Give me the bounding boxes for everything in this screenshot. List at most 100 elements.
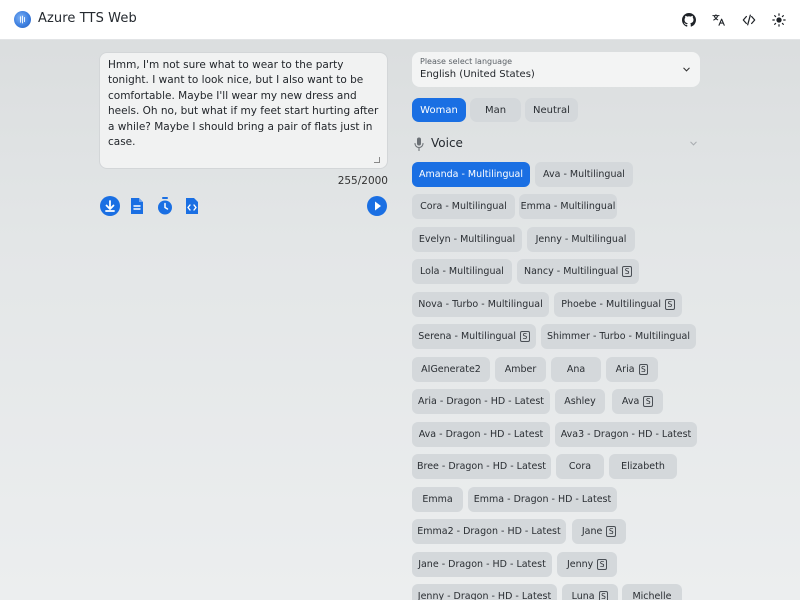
- gender-man-button[interactable]: Man: [470, 98, 521, 122]
- voice-chip-label: Cora - Multilingual: [420, 201, 507, 212]
- voice-chip-label: Ava - Dragon - HD - Latest: [418, 429, 544, 440]
- play-button[interactable]: [367, 196, 387, 216]
- voice-chip[interactable]: Ava - Dragon - HD - Latest: [412, 422, 550, 447]
- voice-chip-label: Nancy - Multilingual: [523, 266, 619, 277]
- voice-chip[interactable]: Emma: [412, 487, 463, 512]
- voice-chip[interactable]: Elizabeth: [609, 454, 677, 479]
- app-logo-icon: [14, 11, 31, 28]
- language-label: Please select language: [420, 57, 513, 66]
- voice-chip-label: Jane - Dragon - HD - Latest: [418, 559, 546, 570]
- voice-chip-label: Aria - Dragon - HD - Latest: [418, 396, 544, 407]
- style-support-icon: S: [606, 526, 617, 537]
- voice-chip[interactable]: Bree - Dragon - HD - Latest: [412, 454, 551, 479]
- voice-chip-label: Amber: [504, 364, 537, 375]
- voice-chip-label: Ana: [566, 364, 586, 375]
- voice-chip[interactable]: Lola - Multilingual: [412, 259, 512, 284]
- voice-chip[interactable]: Phoebe - Multilingual S: [554, 292, 682, 317]
- voice-chip[interactable]: Cora - Multilingual: [412, 194, 515, 219]
- timer-icon: [158, 197, 172, 215]
- resize-handle-icon[interactable]: [374, 157, 380, 163]
- voice-chip[interactable]: Shimmer - Turbo - Multilingual: [541, 324, 696, 349]
- tts-text-input[interactable]: Hmm, I'm not sure what to wear to the pa…: [108, 58, 379, 163]
- voice-chip[interactable]: AIGenerate2: [412, 357, 490, 382]
- document-icon: [131, 198, 143, 214]
- voice-chip-label: Evelyn - Multilingual: [418, 234, 516, 245]
- play-icon: [375, 201, 381, 211]
- voice-chip[interactable]: Amber: [495, 357, 546, 382]
- app-title: Azure TTS Web: [38, 11, 137, 26]
- voice-chip[interactable]: Nancy - Multilingual S: [517, 259, 639, 284]
- translate-icon[interactable]: [712, 10, 726, 30]
- code-file-icon: [186, 198, 198, 214]
- style-support-icon: S: [638, 364, 649, 375]
- voice-chip-label: Luna: [571, 591, 595, 600]
- voice-chip-label: Emma - Multilingual: [520, 201, 616, 212]
- voice-chip[interactable]: Aria - Dragon - HD - Latest: [412, 389, 550, 414]
- voice-chip-label: Serena - Multilingual: [418, 331, 516, 342]
- voice-chip[interactable]: Amanda - Multilingual: [412, 162, 530, 187]
- voice-chip-label: Lola - Multilingual: [420, 266, 504, 277]
- voice-chip[interactable]: Jenny - Dragon - HD - Latest: [412, 584, 557, 600]
- voice-chip[interactable]: Emma - Dragon - HD - Latest: [468, 487, 617, 512]
- voice-chip[interactable]: Jane S: [572, 519, 626, 544]
- voice-chip[interactable]: Nova - Turbo - Multilingual: [412, 292, 549, 317]
- style-support-icon: S: [643, 396, 654, 407]
- theme-sun-icon[interactable]: [772, 10, 786, 30]
- document-button[interactable]: [127, 196, 147, 216]
- style-support-icon: S: [665, 299, 675, 310]
- voice-chip-label: Ava3 - Dragon - HD - Latest: [560, 429, 692, 440]
- voice-chip[interactable]: Evelyn - Multilingual: [412, 227, 522, 252]
- voice-section-title: Voice: [431, 136, 463, 150]
- style-support-icon: S: [622, 266, 633, 277]
- language-select[interactable]: Please select language English (United S…: [412, 52, 700, 87]
- voice-chip[interactable]: Ava3 - Dragon - HD - Latest: [555, 422, 697, 447]
- chevron-down-icon: [690, 141, 697, 146]
- timer-button[interactable]: [155, 196, 175, 216]
- text-input-card: Hmm, I'm not sure what to wear to the pa…: [99, 52, 388, 169]
- voice-chip[interactable]: Ashley: [555, 389, 605, 414]
- ssml-code-button[interactable]: [182, 196, 202, 216]
- voice-chip-label: Phoebe - Multilingual: [561, 299, 662, 310]
- voice-chip[interactable]: Cora: [556, 454, 604, 479]
- voice-chip[interactable]: Jenny S: [557, 552, 617, 577]
- voice-section-header[interactable]: Voice: [412, 135, 700, 153]
- voice-chip[interactable]: Luna S: [562, 584, 618, 600]
- gender-woman-button[interactable]: Woman: [412, 98, 466, 122]
- voice-chip-label: Nova - Turbo - Multilingual: [418, 299, 543, 310]
- style-support-icon: S: [597, 559, 608, 570]
- voice-chip-label: Aria: [615, 364, 635, 375]
- voice-chip[interactable]: Serena - Multilingual S: [412, 324, 536, 349]
- style-support-icon: S: [598, 591, 609, 600]
- voice-chip-label: Emma: [422, 494, 453, 505]
- voice-chip[interactable]: Jane - Dragon - HD - Latest: [412, 552, 552, 577]
- download-icon: [105, 200, 115, 212]
- voice-list: Amanda - Multilingual Ava - Multilingual C…: [412, 162, 712, 600]
- voice-chip[interactable]: Emma - Multilingual: [519, 194, 617, 219]
- voice-chip-label: Emma2 - Dragon - HD - Latest: [417, 526, 561, 537]
- voice-chip-label: Emma - Dragon - HD - Latest: [473, 494, 612, 505]
- voice-chip-label: Jenny - Multilingual: [535, 234, 627, 245]
- character-count: 255/2000: [337, 175, 388, 187]
- code-icon[interactable]: [742, 10, 756, 30]
- voice-chip-label: Elizabeth: [621, 461, 665, 472]
- voice-chip-label: Michelle: [632, 591, 672, 600]
- download-button[interactable]: [100, 196, 120, 216]
- voice-chip-label: AIGenerate2: [421, 364, 481, 375]
- voice-chip-label: Ava: [621, 396, 640, 407]
- voice-chip-label: Amanda - Multilingual: [419, 169, 523, 180]
- voice-chip[interactable]: Emma2 - Dragon - HD - Latest: [412, 519, 566, 544]
- voice-chip[interactable]: Ava S: [612, 389, 663, 414]
- voice-chip[interactable]: Ava - Multilingual: [535, 162, 633, 187]
- voice-chip[interactable]: Aria S: [606, 357, 658, 382]
- voice-chip[interactable]: Michelle: [622, 584, 682, 600]
- voice-chip-label: Cora: [568, 461, 592, 472]
- voice-chip-label: Ava - Multilingual: [543, 169, 625, 180]
- voice-chip-label: Ashley: [564, 396, 596, 407]
- voice-chip[interactable]: Jenny - Multilingual: [527, 227, 635, 252]
- voice-chip-label: Jenny - Dragon - HD - Latest: [417, 591, 552, 600]
- github-icon[interactable]: [682, 10, 696, 30]
- language-value: English (United States): [420, 69, 535, 80]
- voice-chip[interactable]: Ana: [551, 357, 601, 382]
- microphone-icon: [414, 137, 424, 151]
- gender-neutral-button[interactable]: Neutral: [525, 98, 578, 122]
